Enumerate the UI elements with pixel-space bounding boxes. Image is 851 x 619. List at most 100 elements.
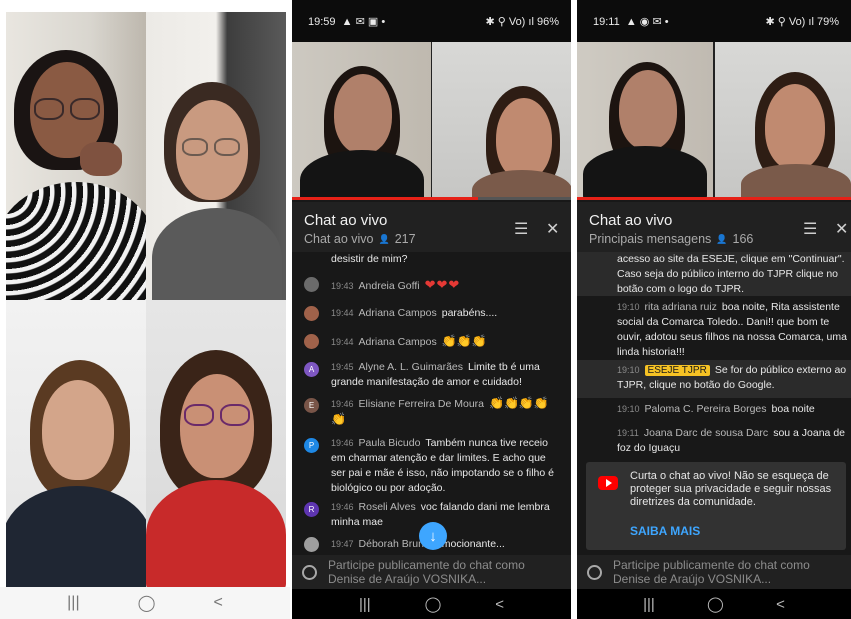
user-avatar[interactable]: [304, 334, 319, 349]
recent-apps-button[interactable]: |||: [67, 594, 79, 612]
system-icons: ✱ ⚲ Vo) ıl: [765, 15, 814, 28]
arrow-down-icon: ↓: [429, 527, 437, 545]
battery-level: 96%: [536, 15, 559, 28]
message-time: 19:46: [331, 502, 354, 512]
participant-tile-2[interactable]: [146, 12, 286, 300]
info-card-text: Curta o chat ao vivo! Não se esqueça de …: [630, 470, 832, 508]
message-author[interactable]: Adriana Campos: [359, 307, 437, 319]
message-time: 19:47: [331, 539, 354, 549]
chat-mode-selector[interactable]: Chat ao vivo: [304, 232, 373, 246]
clap-emoji: 👏👏👏: [441, 334, 487, 348]
battery-level: 79%: [816, 15, 839, 28]
viewers-icon: 👤: [716, 233, 728, 244]
emoji-icon[interactable]: [302, 565, 317, 580]
message-text: parabéns....: [441, 307, 498, 319]
chat-input-placeholder: Participe publicamente do chat como Deni…: [328, 558, 525, 586]
system-icons: ✱ ⚲ Vo) ıl: [485, 15, 534, 28]
chat-message: 19:10 ESEJE TJPR Se for do público externo…: [577, 360, 851, 398]
user-avatar[interactable]: [304, 306, 319, 321]
chat-info-card: Curta o chat ao vivo! Não se esqueça de …: [586, 462, 846, 550]
message-author[interactable]: Elisiane Ferreira De Moura: [359, 398, 484, 410]
status-bar: 19:59 ▲ ✉ ▣ • ✱ ⚲ Vo) ıl 96%: [292, 0, 571, 42]
heart-emoji: ❤❤❤: [424, 277, 461, 292]
video-progress-remaining: [478, 197, 571, 200]
chat-message-list[interactable]: desistir de mim? 19:43 Andreia Goffi ❤❤❤ 1…: [292, 252, 571, 555]
youtube-logo-icon: [598, 476, 618, 490]
back-button[interactable]: <: [495, 596, 504, 613]
close-icon[interactable]: ✕: [546, 219, 559, 239]
message-time: 19:44: [331, 337, 354, 347]
video-progress-bar[interactable]: [292, 197, 478, 200]
home-button[interactable]: ◯: [707, 595, 724, 613]
recent-apps-button[interactable]: |||: [359, 596, 371, 613]
android-nav-bar: ||| ◯ <: [0, 587, 290, 619]
viewers-icon: 👤: [378, 233, 390, 244]
message-time: 19:46: [331, 438, 354, 448]
status-bar: 19:11 ▲ ◉ ✉ • ✱ ⚲ Vo) ıl 79%: [577, 0, 851, 42]
message-text: acesso ao site da ESEJE, clique em "Cont…: [617, 253, 845, 295]
video-call-grid: ||| ◯ <: [0, 0, 290, 619]
emoji-icon[interactable]: [587, 565, 602, 580]
video-player[interactable]: [577, 42, 851, 200]
video-player[interactable]: [292, 42, 571, 200]
message-time: 19:44: [331, 308, 354, 318]
learn-more-link[interactable]: SAIBA MAIS: [630, 524, 700, 538]
user-avatar[interactable]: A: [304, 362, 319, 377]
message-time: 19:10: [617, 302, 640, 312]
message-time: 19:11: [617, 428, 639, 438]
home-button[interactable]: ◯: [138, 593, 156, 613]
message-time: 19:10: [617, 365, 640, 375]
filter-icon[interactable]: ☰: [514, 219, 528, 239]
message-author[interactable]: Paloma C. Pereira Borges: [645, 403, 767, 415]
chat-input[interactable]: Participe publicamente do chat como Deni…: [577, 555, 851, 591]
chat-message: acesso ao site da ESEJE, clique em "Cont…: [577, 252, 851, 296]
chat-message-list[interactable]: acesso ao site da ESEJE, clique em "Cont…: [577, 252, 851, 555]
message-time: 19:43: [331, 281, 354, 291]
message-text: desistir de mim?: [331, 253, 408, 265]
phone-screen-2: 19:11 ▲ ◉ ✉ • ✱ ⚲ Vo) ıl 79% Chat ao viv…: [577, 0, 851, 619]
chat-mode-selector[interactable]: Principais mensagens: [589, 232, 711, 246]
filter-icon[interactable]: ☰: [803, 219, 817, 239]
video-progress-bar[interactable]: [577, 197, 851, 200]
home-button[interactable]: ◯: [425, 595, 442, 613]
message-time: 19:10: [617, 404, 640, 414]
notification-icons: ▲ ✉ ▣ •: [341, 15, 386, 28]
chat-input-placeholder: Participe publicamente do chat como Deni…: [613, 558, 810, 586]
message-author[interactable]: Paula Bicudo: [359, 437, 421, 449]
recent-apps-button[interactable]: |||: [643, 596, 655, 613]
phone-screen-1: 19:59 ▲ ✉ ▣ • ✱ ⚲ Vo) ıl 96% Chat ao viv…: [292, 0, 571, 619]
participant-tile-1[interactable]: [6, 12, 146, 300]
back-button[interactable]: <: [214, 594, 223, 612]
android-nav-bar: ||| ◯ <: [292, 589, 571, 619]
user-avatar[interactable]: [304, 277, 319, 292]
notification-icons: ▲ ◉ ✉ •: [625, 15, 669, 28]
viewer-count: 217: [394, 232, 416, 246]
back-button[interactable]: <: [776, 596, 785, 613]
scroll-to-bottom-button[interactable]: ↓: [419, 522, 447, 550]
chat-input[interactable]: Participe publicamente do chat como Deni…: [292, 555, 571, 591]
user-avatar[interactable]: E: [304, 398, 319, 413]
message-time: 19:45: [331, 362, 354, 372]
user-avatar[interactable]: [304, 537, 319, 552]
status-time: 19:59: [308, 15, 336, 28]
user-avatar[interactable]: R: [304, 502, 319, 517]
message-author[interactable]: Joana Darc de sousa Darc: [644, 427, 768, 439]
participant-tile-3[interactable]: [6, 300, 146, 588]
owner-badge[interactable]: ESEJE TJPR: [644, 365, 710, 376]
message-time: 19:46: [331, 399, 354, 409]
message-text: boa noite: [771, 403, 815, 415]
message-author[interactable]: rita adriana ruiz: [645, 301, 717, 313]
chat-header: Chat ao vivo Chat ao vivo 👤 217 ☰ ✕: [292, 202, 571, 252]
message-author[interactable]: Andreia Goffi: [359, 280, 420, 292]
user-avatar[interactable]: P: [304, 438, 319, 453]
message-author[interactable]: Roseli Alves: [359, 501, 416, 513]
close-icon[interactable]: ✕: [835, 219, 848, 239]
viewer-count: 166: [732, 232, 754, 246]
android-nav-bar: ||| ◯ <: [577, 589, 851, 619]
chat-header: Chat ao vivo Principais mensagens 👤 166 …: [577, 202, 851, 252]
participant-tile-4[interactable]: [146, 300, 286, 588]
message-author[interactable]: Alyne A. L. Guimarães: [359, 361, 463, 373]
message-author[interactable]: Adriana Campos: [359, 336, 437, 348]
status-time: 19:11: [593, 15, 620, 28]
chat-title: Chat ao vivo: [589, 212, 673, 229]
